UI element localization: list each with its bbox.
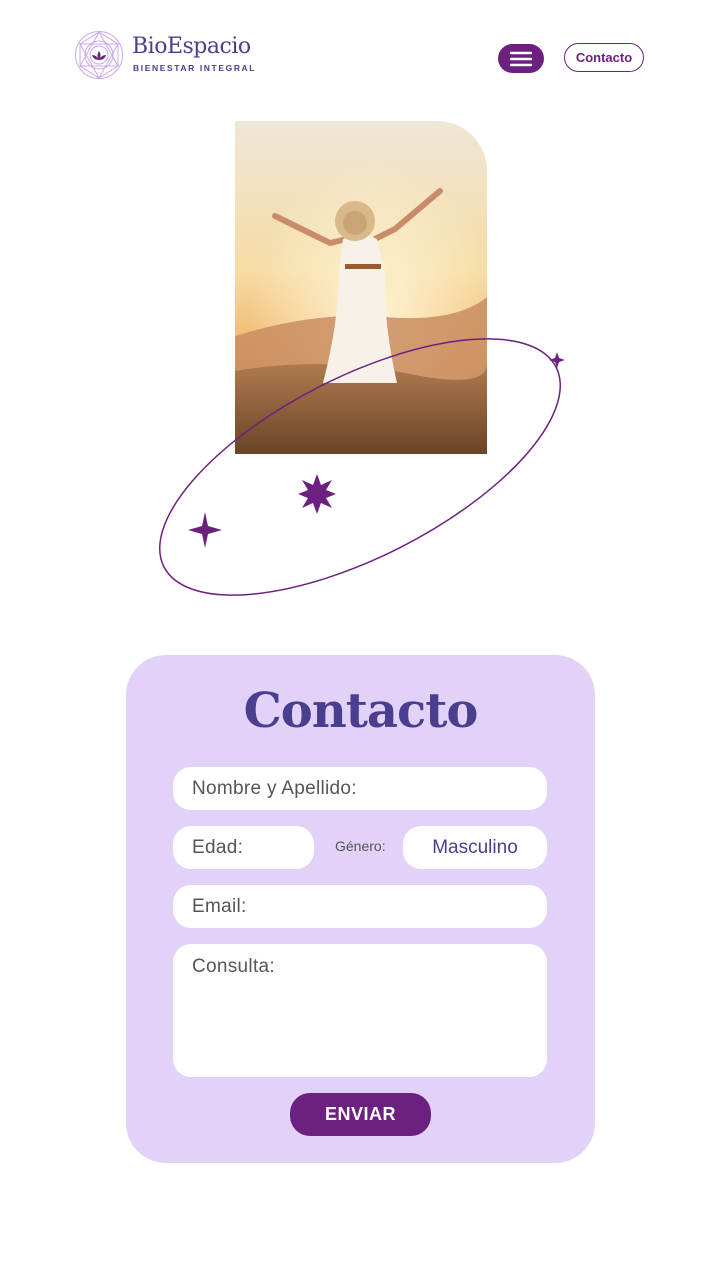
message-field[interactable]: Consulta:	[173, 944, 547, 1077]
brand-name: BioEspacio	[132, 34, 251, 59]
hamburger-menu-icon	[509, 51, 533, 66]
burst-star-icon	[298, 474, 336, 514]
submit-button[interactable]: ENVIAR	[290, 1093, 431, 1136]
name-field[interactable]: Nombre y Apellido:	[173, 767, 547, 810]
small-sparkle-icon	[549, 352, 565, 368]
sparkle-icon	[188, 512, 222, 548]
age-field[interactable]: Edad:	[173, 826, 314, 869]
menu-button[interactable]	[498, 44, 544, 73]
brand-logo[interactable]: BioEspacio BIENESTAR INTEGRAL	[74, 30, 254, 82]
gender-label: Género:	[335, 838, 386, 854]
form-title: Contacto	[243, 683, 479, 739]
email-field[interactable]: Email:	[173, 885, 547, 928]
mandala-logo-icon	[75, 30, 123, 80]
hero-illustration	[0, 110, 721, 600]
orbit-decoration	[159, 338, 565, 596]
contact-button[interactable]: Contacto	[564, 43, 644, 72]
contact-form-card: Contacto Nombre y Apellido: Edad: Género…	[126, 655, 595, 1163]
gender-select[interactable]: Masculino	[403, 826, 547, 869]
brand-tagline: BIENESTAR INTEGRAL	[133, 63, 257, 73]
